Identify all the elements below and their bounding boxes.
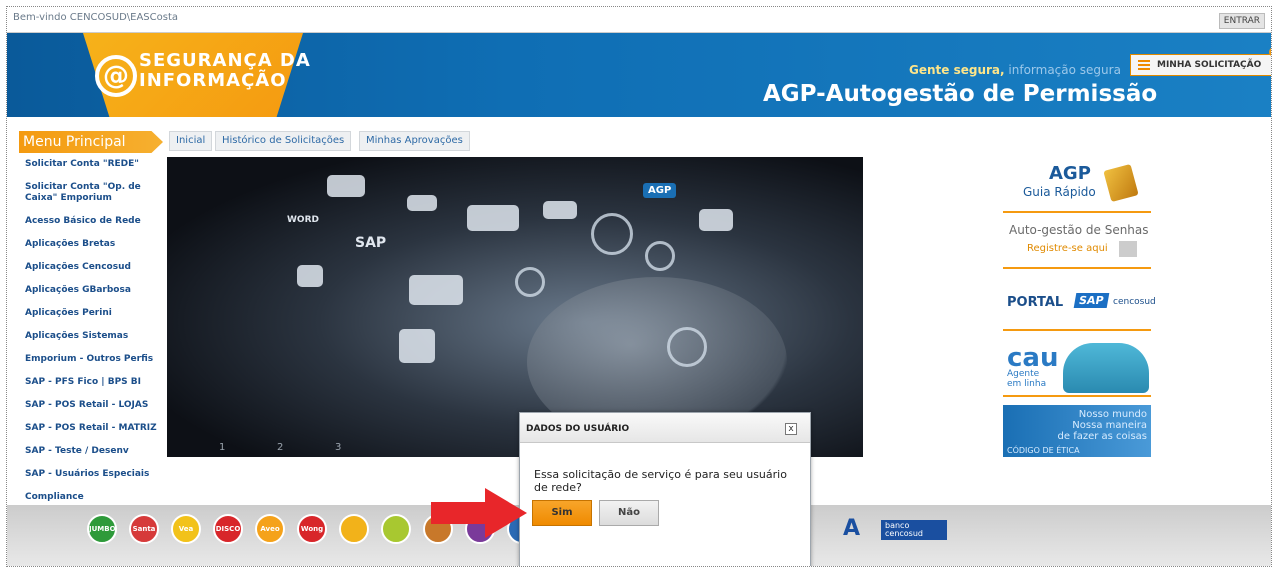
close-icon[interactable]: x bbox=[785, 423, 797, 435]
book-icon bbox=[1103, 163, 1139, 203]
portal-label: PORTAL bbox=[1007, 295, 1064, 310]
pointer-arrow-icon bbox=[431, 488, 527, 538]
banco-cencosud-logo: banco cencosud bbox=[881, 520, 947, 540]
ethics-line-1: Nosso mundo bbox=[1078, 409, 1147, 420]
app-icon bbox=[543, 201, 577, 219]
top-bar: Bem-vindo CENCOSUD\EASCosta ENTRAR bbox=[7, 7, 1271, 33]
pager-2[interactable]: 2 bbox=[277, 442, 283, 453]
menu-item[interactable]: Aplicações GBarbosa bbox=[25, 285, 175, 308]
keypad-icon bbox=[1119, 241, 1137, 257]
tagline-bold: Gente segura, bbox=[909, 63, 1005, 77]
menu-item[interactable]: Aplicações Bretas bbox=[25, 239, 175, 262]
login-button[interactable]: ENTRAR bbox=[1218, 13, 1265, 29]
brand-logo: Vea bbox=[171, 514, 201, 544]
tab-aprovacoes[interactable]: Minhas Aprovações bbox=[359, 131, 470, 151]
cau-line-2: em linha bbox=[1007, 379, 1047, 389]
agp-label: AGP bbox=[643, 183, 677, 198]
brand-logo: JUMBO bbox=[87, 514, 117, 544]
list-icon bbox=[1138, 60, 1150, 70]
ethics-line-3: de fazer as coisas bbox=[1057, 431, 1147, 442]
dialog-header: DADOS DO USUÁRIO x bbox=[520, 413, 810, 443]
app-icon bbox=[399, 329, 435, 363]
app-icon bbox=[645, 241, 675, 271]
app-icon bbox=[327, 175, 365, 197]
app-icon bbox=[297, 265, 323, 287]
app-icon bbox=[409, 275, 463, 305]
menu-item[interactable]: Aplicações Perini bbox=[25, 308, 175, 331]
main-menu: Solicitar Conta "REDE" Solicitar Conta "… bbox=[25, 159, 175, 515]
yes-button[interactable]: Sim bbox=[532, 500, 592, 526]
menu-item[interactable]: Acesso Básico de Rede bbox=[25, 216, 175, 239]
ethics-motto: Nosso mundo Nossa maneira de fazer as co… bbox=[1058, 409, 1147, 442]
no-button[interactable]: Não bbox=[599, 500, 659, 526]
app-icon bbox=[699, 209, 733, 231]
tagline: Gente segura, informação segura bbox=[909, 63, 1121, 77]
tagline-light: informação segura bbox=[1008, 63, 1121, 77]
pager-3[interactable]: 3 bbox=[335, 442, 341, 453]
app-icon bbox=[515, 267, 545, 297]
menu-item[interactable]: Aplicações Cencosud bbox=[25, 262, 175, 285]
word-label: WORD bbox=[287, 215, 319, 225]
brand-logo: Aveo bbox=[255, 514, 285, 544]
app-icon bbox=[407, 195, 437, 211]
agp-guide-link[interactable]: AGP Guia Rápido bbox=[1003, 157, 1151, 213]
password-title: Auto-gestão de Senhas bbox=[1009, 223, 1149, 237]
ethics-code-link[interactable]: Nosso mundo Nossa maneira de fazer as co… bbox=[1003, 405, 1151, 457]
sap-label: SAP bbox=[355, 235, 387, 251]
app-icon bbox=[667, 327, 707, 367]
brand-logo: Wong bbox=[297, 514, 327, 544]
menu-item[interactable]: SAP - Usuários Especiais bbox=[25, 469, 175, 492]
menu-title: Menu Principal bbox=[19, 131, 163, 153]
search-icon bbox=[591, 213, 633, 255]
menu-item[interactable]: Aplicações Sistemas bbox=[25, 331, 175, 354]
brand-logo bbox=[381, 514, 411, 544]
page-title: AGP-Autogestão de Permissão bbox=[763, 81, 1158, 107]
password-selfservice-link[interactable]: Auto-gestão de Senhas Registre-se aqui bbox=[1003, 219, 1151, 269]
brand-logo: Santa Isabel bbox=[129, 514, 159, 544]
portal-sap-link[interactable]: PORTAL SAP cencosud bbox=[1003, 279, 1156, 331]
app-icon bbox=[467, 205, 519, 231]
sap-logo: SAP bbox=[1073, 293, 1109, 308]
cencosud-logo: cencosud bbox=[1113, 297, 1156, 307]
brand-a-logo: A bbox=[843, 516, 861, 541]
agp-guide-title: AGP bbox=[1049, 163, 1091, 184]
tab-inicial[interactable]: Inicial bbox=[169, 131, 213, 151]
tab-historico[interactable]: Histórico de Solicitações bbox=[215, 131, 352, 151]
dialog-message: Essa solicitação de serviço é para seu u… bbox=[534, 468, 787, 494]
menu-item[interactable]: SAP - Teste / Desenv bbox=[25, 446, 175, 469]
logo-line-1: SEGURANÇA DA bbox=[139, 50, 311, 71]
notification-badge bbox=[1269, 47, 1271, 57]
menu-item[interactable]: SAP - PFS Fico | BPS BI bbox=[25, 377, 175, 400]
register-link[interactable]: Registre-se aqui bbox=[1027, 243, 1108, 254]
dialog-title: DADOS DO USUÁRIO bbox=[526, 424, 630, 434]
user-data-dialog: DADOS DO USUÁRIO x Essa solicitação de s… bbox=[519, 412, 811, 566]
menu-item[interactable]: Emporium - Outros Perfis bbox=[25, 354, 175, 377]
agp-guide-subtitle: Guia Rápido bbox=[1023, 185, 1096, 199]
welcome-text: Bem-vindo CENCOSUD\EASCosta bbox=[13, 12, 179, 23]
logo-text: SEGURANÇA DA INFORMAÇÃO bbox=[139, 51, 311, 91]
cau-line-1: Agente bbox=[1007, 369, 1040, 379]
pager-1[interactable]: 1 bbox=[219, 442, 225, 453]
brand-logo: DISCO bbox=[213, 514, 243, 544]
mascot-image bbox=[1063, 343, 1149, 393]
at-sign-icon: @ bbox=[95, 55, 137, 97]
menu-item[interactable]: Solicitar Conta "Op. de Caixa" Emporium bbox=[25, 182, 175, 216]
ethics-line-2: Nossa maneira bbox=[1072, 420, 1147, 431]
cau-link[interactable]: cau Agente em linha bbox=[1003, 341, 1151, 397]
menu-item[interactable]: SAP - POS Retail - LOJAS bbox=[25, 400, 175, 423]
logo-line-2: INFORMAÇÃO bbox=[139, 70, 287, 91]
menu-item[interactable]: SAP - POS Retail - MATRIZ bbox=[25, 423, 175, 446]
brand-logo bbox=[339, 514, 369, 544]
ethics-code-label: CÓDIGO DE ÉTICA bbox=[1007, 446, 1080, 455]
menu-item[interactable]: Solicitar Conta "REDE" bbox=[25, 159, 175, 182]
my-request-button[interactable]: MINHA SOLICITAÇÃO bbox=[1130, 54, 1271, 76]
browser-viewport: Bem-vindo CENCOSUD\EASCosta ENTRAR @ SEG… bbox=[6, 6, 1272, 567]
